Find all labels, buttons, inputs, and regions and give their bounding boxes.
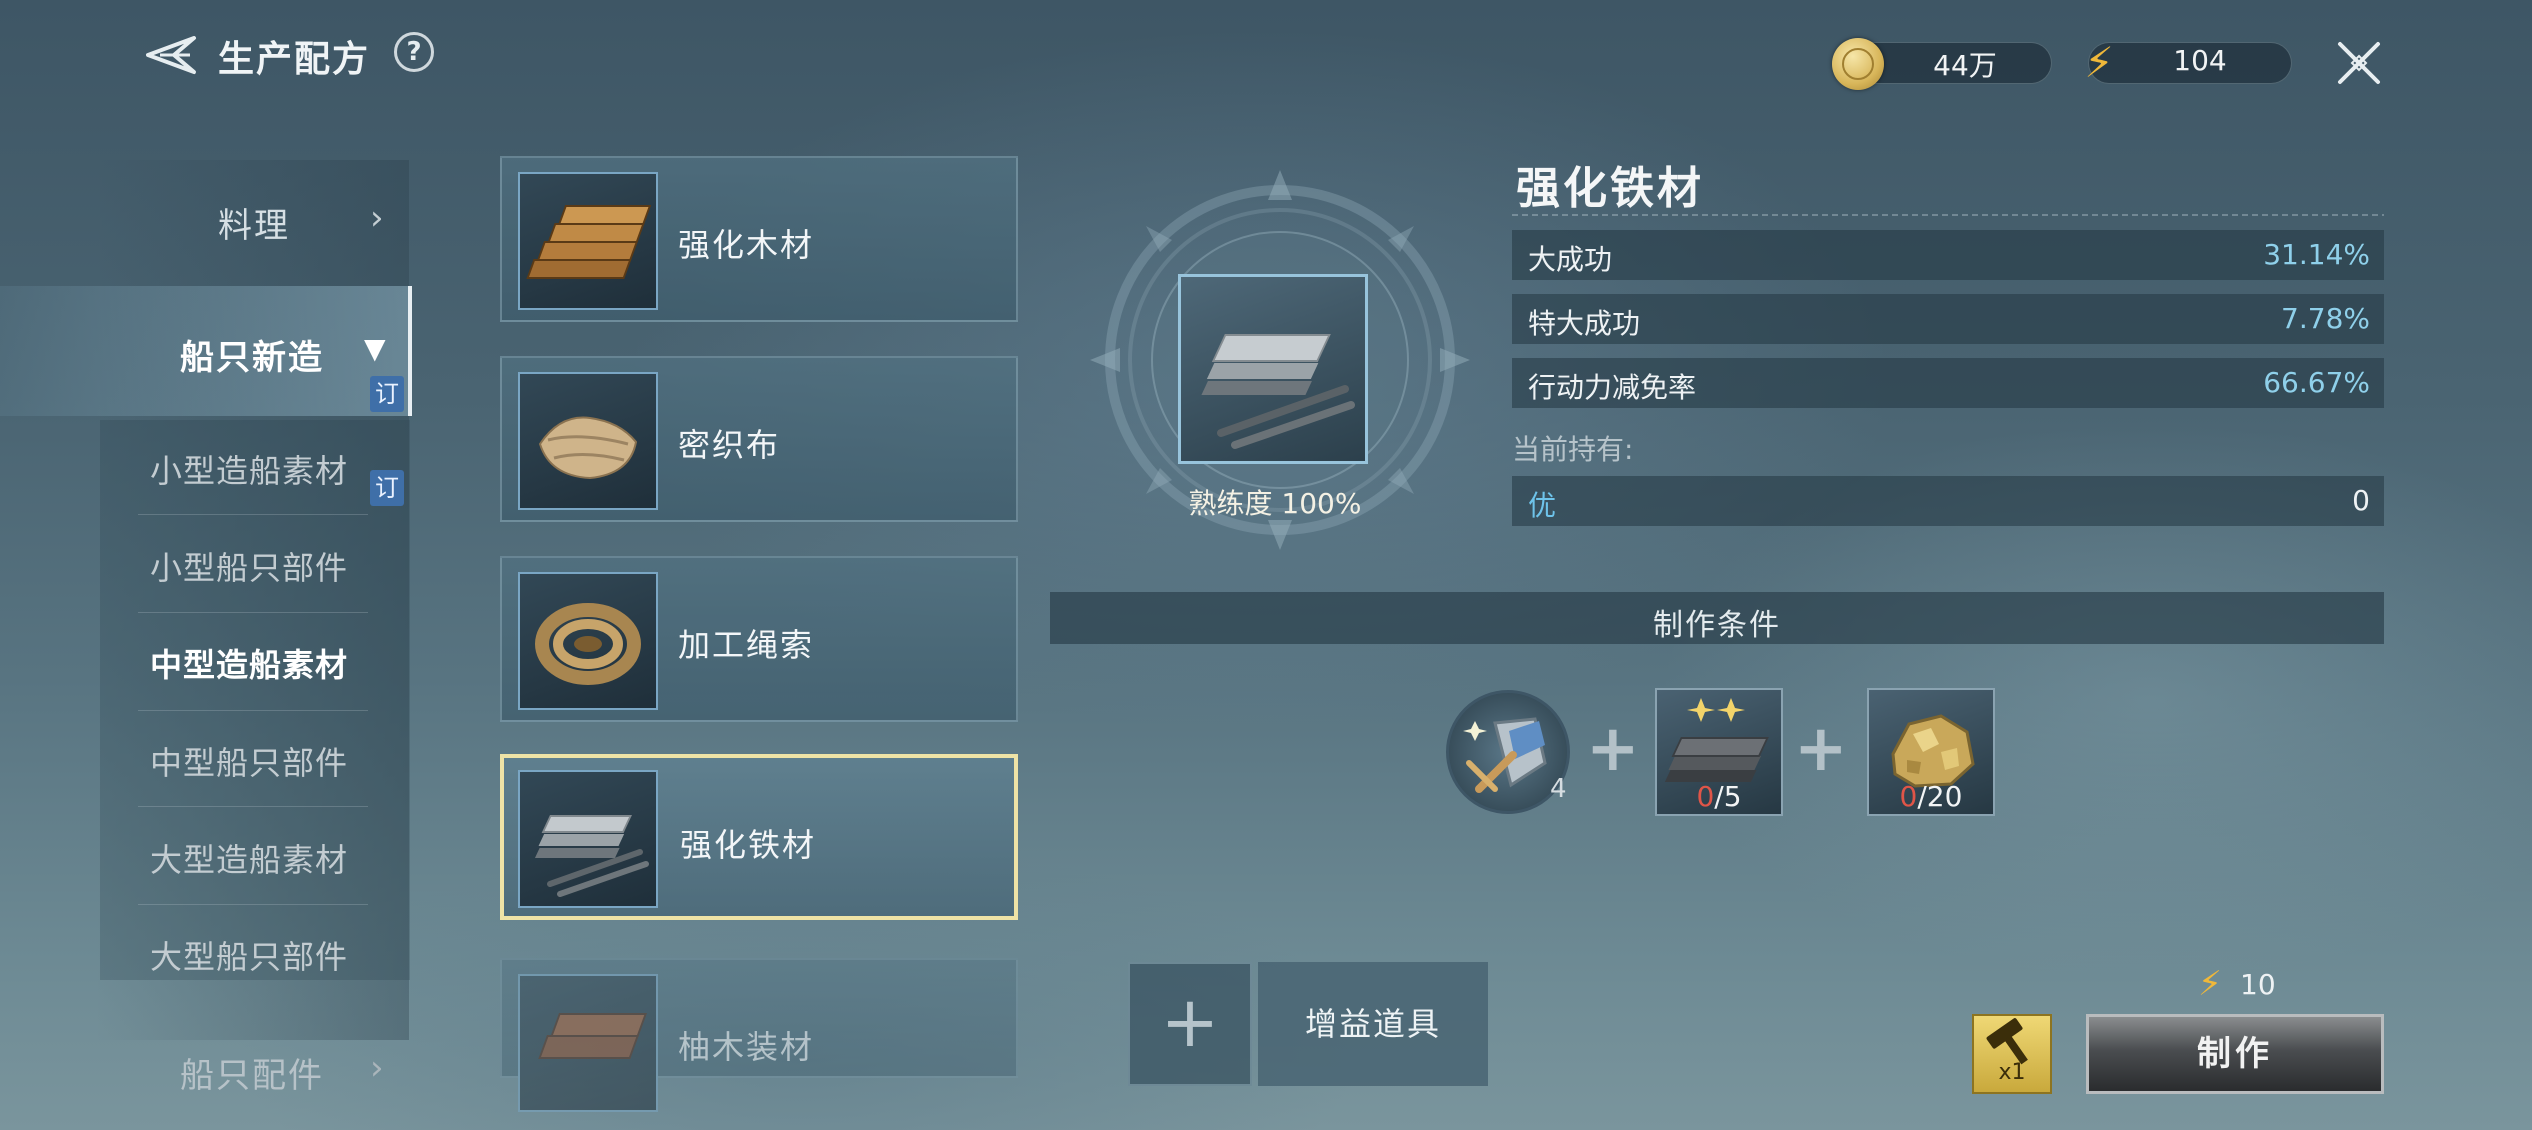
plus-icon: + [1586, 712, 1640, 786]
page-title: 生产配方 [218, 39, 371, 80]
nav-sub-large-materials[interactable]: 大型造船素材 [150, 835, 348, 881]
material-count: 0/20 [1867, 780, 1995, 813]
divider [138, 710, 368, 711]
nav-sub-medium-parts[interactable]: 中型船只部件 [150, 738, 348, 784]
holding-row: 优 0 [1512, 476, 2384, 526]
stat-row-energy-reduction: 行动力减免率 66.67% [1512, 358, 2384, 408]
product-icon [1178, 274, 1368, 464]
holding-count: 0 [2352, 484, 2370, 517]
recipe-name: 加工绳索 [678, 626, 815, 664]
lightning-icon: ⚡ [2198, 964, 2222, 1004]
material-need: /20 [1917, 780, 1963, 813]
holding-label: 当前持有: [1512, 433, 1634, 466]
subcategory-panel [100, 420, 410, 980]
recipe-item[interactable]: 加工绳索 [500, 556, 1018, 722]
energy-cost: 10 [2240, 968, 2276, 1001]
quality-label: 优 [1528, 489, 1557, 522]
recipe-item[interactable]: 柚木装材 [500, 958, 1018, 1112]
subscribe-badge: 订 [370, 470, 404, 506]
stat-label: 特大成功 [1528, 307, 1641, 340]
material-count: 0/5 [1655, 780, 1783, 813]
stat-row-great-success: 大成功 31.14% [1512, 230, 2384, 280]
nav-item-ship-fittings[interactable]: 船只配件 [180, 1048, 324, 1097]
close-icon[interactable] [2334, 38, 2384, 88]
nav-item-cooking[interactable]: 料理 [218, 198, 290, 247]
material-need: /5 [1714, 780, 1742, 813]
quantity-label: x1 [1998, 1060, 2026, 1085]
subscribe-badge: 订 [370, 376, 404, 412]
stat-row-huge-success: 特大成功 7.78% [1512, 294, 2384, 344]
stat-label: 大成功 [1528, 243, 1613, 276]
recipe-name: 密织布 [678, 426, 781, 464]
nav-sub-small-materials[interactable]: 小型造船素材 [150, 446, 348, 492]
recipe-name: 强化木材 [678, 226, 815, 264]
gold-value: 44万 [1933, 49, 1997, 82]
gold-coin-icon [1832, 38, 1884, 90]
dense-cloth-icon [518, 372, 658, 510]
stat-value: 31.14% [2263, 238, 2370, 271]
chevron-right-icon: › [370, 198, 384, 238]
reinforced-wood-icon [518, 172, 658, 310]
product-name: 强化铁材 [1516, 163, 1704, 214]
buff-items-button[interactable]: 增益道具 [1258, 962, 1488, 1086]
nav-sub-small-parts[interactable]: 小型船只部件 [150, 543, 348, 589]
lightning-icon: ⚡ [2084, 38, 2114, 87]
recipe-item[interactable]: 强化木材 [500, 156, 1018, 322]
divider [138, 806, 368, 807]
chevron-down-icon: ▼ [364, 332, 386, 365]
recipe-name: 强化铁材 [680, 826, 817, 864]
material-have: 0 [1899, 780, 1918, 813]
energy-value: 104 [2173, 44, 2227, 77]
divider [1512, 214, 2384, 216]
tool-count: 4 [1550, 774, 1567, 804]
conditions-title: 制作条件 [1653, 608, 1781, 643]
material-have: 0 [1696, 780, 1715, 813]
reinforced-iron-icon [518, 770, 658, 908]
divider [138, 612, 368, 613]
chevron-right-icon: › [370, 1048, 384, 1088]
proficiency-label: 熟练度 100% [1188, 487, 1362, 520]
help-icon[interactable]: ? [394, 32, 434, 72]
add-buff-item-button[interactable]: + [1128, 962, 1252, 1086]
stat-value: 7.78% [2281, 302, 2370, 335]
stat-label: 行动力减免率 [1528, 371, 1697, 404]
nav-item-ship-new-label: 船只新造 [180, 338, 324, 378]
divider [138, 514, 368, 515]
craft-button[interactable]: 制作 [2086, 1014, 2384, 1094]
recipe-item-selected[interactable]: 强化铁材 [500, 754, 1018, 920]
recipe-item[interactable]: 密织布 [500, 356, 1018, 522]
divider [138, 904, 368, 905]
stat-value: 66.67% [2263, 366, 2370, 399]
recipe-name: 柚木装材 [678, 1028, 815, 1066]
nav-sub-medium-materials[interactable]: 中型造船素材 [150, 640, 348, 686]
plus-icon: + [1794, 712, 1848, 786]
teak-plank-icon [518, 974, 658, 1112]
nav-sub-large-parts[interactable]: 大型船只部件 [150, 932, 348, 978]
rope-icon [518, 572, 658, 710]
back-arrow-icon[interactable] [140, 30, 200, 80]
